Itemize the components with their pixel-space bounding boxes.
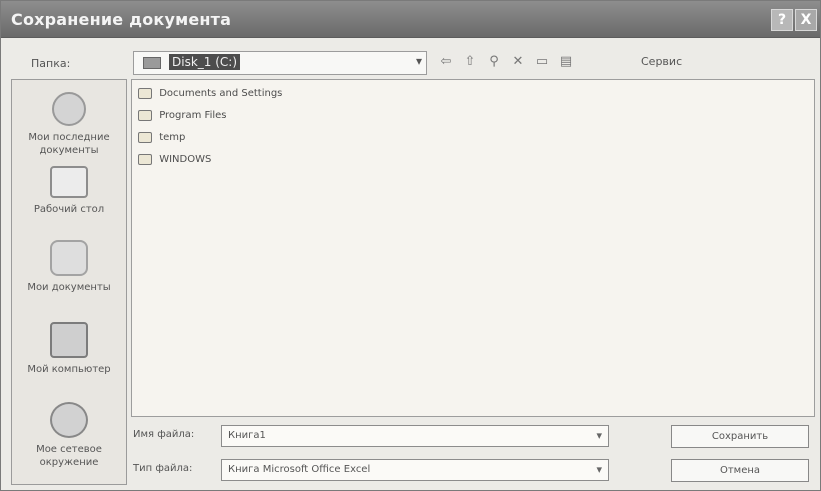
folder-icon <box>138 109 152 121</box>
places-bar: Мои последние документы Рабочий стол Мои… <box>11 79 127 485</box>
views-icon[interactable]: ▤ <box>557 53 575 71</box>
close-button[interactable]: X <box>795 9 817 31</box>
save-document-dialog: Сохранение документа ? X Папка: Disk_1 (… <box>0 0 821 491</box>
chevron-down-icon[interactable]: ▾ <box>416 54 422 68</box>
place-network[interactable]: Мое сетевое окружение <box>12 402 126 469</box>
delete-icon[interactable]: ✕ <box>509 53 527 71</box>
drive-icon <box>143 57 161 69</box>
back-icon[interactable]: ⇦ <box>437 53 455 71</box>
folder-icon <box>138 87 152 99</box>
up-folder-icon[interactable]: ⇧ <box>461 53 479 71</box>
my-computer-icon <box>50 322 88 358</box>
list-item[interactable]: temp <box>138 129 185 146</box>
filename-input[interactable]: Книга1 ▾ <box>221 425 609 447</box>
file-list[interactable]: Documents and Settings Program Files tem… <box>131 79 815 417</box>
my-documents-icon <box>50 240 88 276</box>
folder-icon <box>138 131 152 143</box>
cancel-button[interactable]: Отмена <box>671 459 809 482</box>
filename-label: Имя файла: <box>133 429 195 440</box>
file-name: temp <box>159 132 186 143</box>
place-my-documents[interactable]: Мои документы <box>12 240 126 294</box>
place-label: Мои документы <box>27 282 111 293</box>
network-icon <box>50 402 88 438</box>
dialog-title: Сохранение документа <box>11 10 232 29</box>
tools-menu[interactable]: Сервис <box>641 55 682 68</box>
file-name: Documents and Settings <box>159 88 283 99</box>
folder-label: Папка: <box>31 57 71 70</box>
filename-value: Книга1 <box>228 430 266 441</box>
title-bar: Сохранение документа ? X <box>1 1 820 38</box>
file-name: WINDOWS <box>159 154 212 165</box>
place-label: Мои последние документы <box>28 132 110 156</box>
filetype-label: Тип файла: <box>133 463 193 474</box>
place-label: Мое сетевое окружение <box>36 444 102 468</box>
filetype-value: Книга Microsoft Office Excel <box>228 464 371 475</box>
save-button[interactable]: Сохранить <box>671 425 809 448</box>
chevron-down-icon[interactable]: ▾ <box>596 426 602 446</box>
place-label: Мой компьютер <box>27 364 111 375</box>
list-item[interactable]: Documents and Settings <box>138 85 282 102</box>
place-recent-docs[interactable]: Мои последние документы <box>12 88 126 157</box>
folder-dropdown[interactable]: Disk_1 (C:) ▾ <box>133 51 427 75</box>
recent-documents-icon <box>52 92 86 126</box>
new-folder-icon[interactable]: ▭ <box>533 53 551 71</box>
filetype-select[interactable]: Книга Microsoft Office Excel ▾ <box>221 459 609 481</box>
place-desktop[interactable]: Рабочий стол <box>12 166 126 216</box>
list-item[interactable]: Program Files <box>138 107 227 124</box>
help-button[interactable]: ? <box>771 9 793 31</box>
current-folder: Disk_1 (C:) <box>169 54 241 70</box>
list-item[interactable]: WINDOWS <box>138 151 211 168</box>
place-my-computer[interactable]: Мой компьютер <box>12 322 126 376</box>
search-web-icon[interactable]: ⚲ <box>485 53 503 71</box>
place-label: Рабочий стол <box>33 204 105 215</box>
chevron-down-icon[interactable]: ▾ <box>596 460 602 480</box>
file-name: Program Files <box>159 110 227 121</box>
desktop-icon <box>50 166 88 198</box>
folder-icon <box>138 153 152 165</box>
